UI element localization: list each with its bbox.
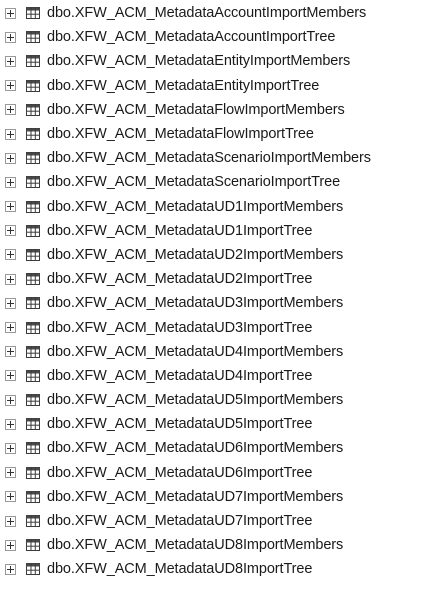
table-icon (26, 79, 40, 92)
expand-plus-icon[interactable] (5, 176, 16, 188)
expand-plus-icon[interactable] (5, 394, 16, 406)
tree-node-label: dbo.XFW_ACM_MetadataUD8ImportMembers (47, 537, 344, 554)
tree-node-label: dbo.XFW_ACM_MetadataUD4ImportTree (47, 367, 313, 384)
expand-plus-icon[interactable] (5, 370, 16, 382)
expand-plus-icon[interactable] (5, 297, 16, 309)
expand-plus-icon[interactable] (5, 225, 16, 237)
tree-node-label: dbo.XFW_ACM_MetadataUD3ImportMembers (47, 295, 344, 312)
tree-node-label: dbo.XFW_ACM_MetadataUD2ImportMembers (47, 246, 344, 263)
tree-node-table[interactable]: dbo.XFW_ACM_MetadataAccountImportMembers (0, 1, 439, 25)
table-icon (26, 224, 40, 237)
tree-node-table[interactable]: dbo.XFW_ACM_MetadataScenarioImportTree (0, 170, 439, 194)
expand-plus-icon[interactable] (5, 104, 16, 116)
tree-node-table[interactable]: dbo.XFW_ACM_MetadataUD2ImportMembers (0, 243, 439, 267)
object-explorer-tree: dbo.XFW_ACM_MetadataAccountImportMembers… (0, 0, 439, 608)
tree-node-label: dbo.XFW_ACM_MetadataUD4ImportMembers (47, 343, 344, 360)
table-icon (26, 321, 40, 334)
tree-node-label: dbo.XFW_ACM_MetadataAccountImportTree (47, 29, 336, 46)
table-icon (26, 466, 40, 479)
expand-plus-icon[interactable] (5, 515, 16, 527)
expand-plus-icon[interactable] (5, 273, 16, 285)
expand-plus-icon[interactable] (5, 563, 16, 575)
tree-node-label: dbo.XFW_ACM_MetadataUD2ImportTree (47, 271, 313, 288)
tree-node-table[interactable]: dbo.XFW_ACM_MetadataUD2ImportTree (0, 267, 439, 291)
table-icon (26, 248, 40, 261)
tree-node-label: dbo.XFW_ACM_MetadataAccountImportMembers (47, 5, 367, 22)
table-icon (26, 394, 40, 407)
tree-node-table[interactable]: dbo.XFW_ACM_MetadataUD1ImportTree (0, 219, 439, 243)
expand-plus-icon[interactable] (5, 152, 16, 164)
tree-node-table[interactable]: dbo.XFW_ACM_MetadataFlowImportTree (0, 122, 439, 146)
expand-plus-icon[interactable] (5, 418, 16, 430)
expand-plus-icon[interactable] (5, 201, 16, 213)
tree-node-label: dbo.XFW_ACM_MetadataUD6ImportMembers (47, 440, 344, 457)
tree-node-table[interactable]: dbo.XFW_ACM_MetadataUD4ImportMembers (0, 340, 439, 364)
expand-plus-icon[interactable] (5, 322, 16, 334)
expand-plus-icon[interactable] (5, 31, 16, 43)
tree-node-label: dbo.XFW_ACM_MetadataUD8ImportTree (47, 561, 313, 578)
expand-plus-icon[interactable] (5, 442, 16, 454)
expand-plus-icon[interactable] (5, 467, 16, 479)
expand-plus-icon[interactable] (5, 55, 16, 67)
table-icon (26, 200, 40, 213)
expand-plus-icon[interactable] (5, 7, 16, 19)
tree-node-table[interactable]: dbo.XFW_ACM_MetadataUD5ImportTree (0, 412, 439, 436)
tree-node-label: dbo.XFW_ACM_MetadataFlowImportTree (47, 126, 314, 143)
tree-node-label: dbo.XFW_ACM_MetadataUD1ImportMembers (47, 198, 344, 215)
expand-plus-icon[interactable] (5, 539, 16, 551)
tree-node-table[interactable]: dbo.XFW_ACM_MetadataUD8ImportTree (0, 557, 439, 581)
tree-node-label: dbo.XFW_ACM_MetadataUD6ImportTree (47, 464, 313, 481)
tree-node-table[interactable]: dbo.XFW_ACM_MetadataFlowImportMembers (0, 98, 439, 122)
expand-plus-icon[interactable] (5, 128, 16, 140)
tree-node-label: dbo.XFW_ACM_MetadataEntityImportTree (47, 77, 320, 94)
tree-node-table[interactable]: dbo.XFW_ACM_MetadataUD7ImportMembers (0, 485, 439, 509)
tree-node-label: dbo.XFW_ACM_MetadataScenarioImportTree (47, 174, 341, 191)
tree-node-label: dbo.XFW_ACM_MetadataUD5ImportTree (47, 416, 313, 433)
table-icon (26, 31, 40, 44)
tree-node-table[interactable]: dbo.XFW_ACM_MetadataUD5ImportMembers (0, 388, 439, 412)
tree-node-label: dbo.XFW_ACM_MetadataUD7ImportMembers (47, 488, 344, 505)
expand-plus-icon[interactable] (5, 346, 16, 358)
tree-node-table[interactable]: dbo.XFW_ACM_MetadataUD1ImportMembers (0, 195, 439, 219)
tree-node-label: dbo.XFW_ACM_MetadataUD7ImportTree (47, 513, 313, 530)
table-icon (26, 103, 40, 116)
tree-node-table[interactable]: dbo.XFW_ACM_MetadataUD6ImportTree (0, 461, 439, 485)
tree-node-table[interactable]: dbo.XFW_ACM_MetadataUD8ImportMembers (0, 533, 439, 557)
table-icon (26, 176, 40, 189)
table-icon (26, 442, 40, 455)
tree-node-table[interactable]: dbo.XFW_ACM_MetadataUD6ImportMembers (0, 436, 439, 460)
table-icon (26, 7, 40, 20)
table-icon (26, 273, 40, 286)
table-icon (26, 418, 40, 431)
tree-node-table[interactable]: dbo.XFW_ACM_MetadataScenarioImportMember… (0, 146, 439, 170)
tree-node-table[interactable]: dbo.XFW_ACM_MetadataAccountImportTree (0, 25, 439, 49)
tree-node-label: dbo.XFW_ACM_MetadataUD5ImportMembers (47, 392, 344, 409)
tree-node-label: dbo.XFW_ACM_MetadataFlowImportMembers (47, 101, 345, 118)
expand-plus-icon[interactable] (5, 491, 16, 503)
expand-plus-icon[interactable] (5, 80, 16, 92)
table-icon (26, 539, 40, 552)
table-icon (26, 490, 40, 503)
tree-node-label: dbo.XFW_ACM_MetadataEntityImportMembers (47, 53, 351, 70)
tree-node-table[interactable]: dbo.XFW_ACM_MetadataUD3ImportTree (0, 315, 439, 339)
tree-node-table[interactable]: dbo.XFW_ACM_MetadataEntityImportMembers (0, 49, 439, 73)
tree-node-table[interactable]: dbo.XFW_ACM_MetadataEntityImportTree (0, 74, 439, 98)
table-icon (26, 55, 40, 68)
tree-node-label: dbo.XFW_ACM_MetadataUD3ImportTree (47, 319, 313, 336)
tree-node-table[interactable]: dbo.XFW_ACM_MetadataUD7ImportTree (0, 509, 439, 533)
table-icon (26, 152, 40, 165)
table-icon (26, 515, 40, 528)
table-icon (26, 563, 40, 576)
tree-node-table[interactable]: dbo.XFW_ACM_MetadataUD4ImportTree (0, 364, 439, 388)
tree-node-table[interactable]: dbo.XFW_ACM_MetadataUD3ImportMembers (0, 291, 439, 315)
table-icon (26, 297, 40, 310)
table-icon (26, 128, 40, 141)
table-icon (26, 369, 40, 382)
tree-node-label: dbo.XFW_ACM_MetadataScenarioImportMember… (47, 150, 371, 167)
expand-plus-icon[interactable] (5, 249, 16, 261)
tree-node-label: dbo.XFW_ACM_MetadataUD1ImportTree (47, 222, 313, 239)
table-icon (26, 345, 40, 358)
